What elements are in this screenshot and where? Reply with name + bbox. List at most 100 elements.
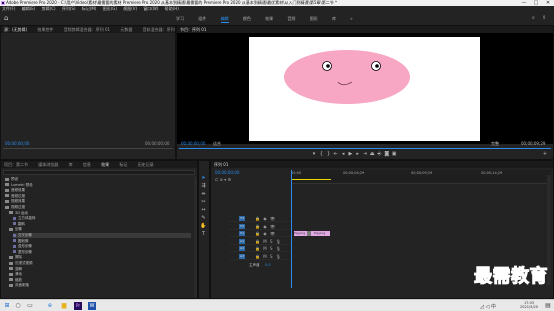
track-select-tool-icon[interactable]: ⇶ (200, 183, 207, 190)
resolution-dropdown[interactable]: 完整 (491, 141, 499, 147)
tab-history[interactable]: 历史记录 (138, 161, 154, 168)
effects-list-item[interactable]: 立方体旋转 (13, 216, 191, 221)
tab-markers[interactable]: 标记 (119, 161, 127, 168)
transition-marker[interactable] (307, 231, 311, 236)
menu-edit[interactable]: 编辑(E) (22, 6, 36, 11)
volume-icon[interactable]: ◁ (485, 304, 489, 310)
workspace-tab-audio[interactable]: 音频 (287, 15, 295, 22)
workspace-tab-libraries[interactable]: 库 (332, 15, 336, 22)
tab-audio-clip-mixer[interactable]: 音频剪辑混合器：序列 01 (64, 26, 110, 33)
task-view-icon[interactable]: ▭ (26, 302, 34, 310)
effects-list-item[interactable]: 盒形划像 (13, 244, 191, 249)
tab-source[interactable]: 源：(无剪辑) (4, 26, 27, 33)
ime-icon[interactable]: 中 (491, 304, 496, 310)
effects-list-item[interactable]: 圆划像 (13, 239, 191, 244)
add-marker-icon[interactable]: ▾ (311, 151, 317, 157)
effects-folder-item[interactable]: 擦除 (9, 255, 191, 260)
tab-libraries[interactable]: 库 (69, 161, 73, 168)
program-scrubber[interactable] (179, 148, 551, 149)
track-controls-icons[interactable]: 🔒 M S 🎙 (255, 245, 282, 252)
share-icon[interactable]: ⇪ (542, 15, 548, 21)
workspace-tab-color[interactable]: 颜色 (243, 15, 251, 22)
track-header-v2[interactable]: V2 🔒 ◉ 👁 (229, 223, 291, 230)
effects-list-item[interactable]: 菱形划像 (13, 250, 191, 255)
search-icon[interactable]: ⌕ (532, 15, 538, 21)
word-taskbar-icon[interactable]: W (88, 302, 96, 310)
track-header-a3[interactable]: A3 🔒 M S 🎙 (229, 253, 291, 260)
timeline-clip[interactable]: Pig.png (314, 231, 330, 236)
effects-list-item[interactable]: 翻转 (13, 222, 191, 227)
work-area-bar[interactable] (291, 179, 331, 180)
hand-tool-icon[interactable]: ✋ (200, 223, 207, 230)
timeline-clip[interactable]: Pig.png (294, 231, 314, 236)
track-controls-icons[interactable]: 🔒 ◉ 👁 (255, 230, 276, 237)
tab-project[interactable]: 项目：第二节 (4, 161, 28, 168)
tab-sequence-01[interactable]: 序列 01 (214, 161, 228, 168)
track-controls-icons[interactable]: 🔒 ◉ 👁 (255, 223, 276, 230)
effects-folder-item[interactable]: 页面剥落 (9, 283, 191, 288)
workspace-tab-effects[interactable]: 效果 (265, 15, 273, 22)
search-icon[interactable]: ○ (14, 302, 22, 310)
track-target-toggle[interactable]: A3 (239, 253, 245, 259)
track-header-a2[interactable]: A2 🔒 M S 🎙 (229, 245, 291, 252)
track-target-toggle[interactable]: V2 (239, 223, 245, 229)
extract-icon[interactable]: ⎆ (377, 151, 383, 157)
effects-folder-item[interactable]: 沉浸式视频 (9, 261, 191, 266)
playhead[interactable] (291, 170, 292, 288)
menu-file[interactable]: 文件(F) (2, 6, 15, 11)
track-controls-icons[interactable]: 🔒 ◉ 👁 (255, 215, 276, 222)
linked-selection-icon[interactable]: ⊘ (220, 177, 223, 182)
workspace-tab-graphics[interactable]: 图形 (310, 15, 318, 22)
effects-folder-item[interactable]: 缩放 (9, 278, 191, 283)
program-viewer[interactable] (177, 33, 553, 144)
time-ruler[interactable]: 00;00 00;00;04;29 00;00;09;29 00;00;14;2… (291, 170, 551, 184)
clock[interactable]: 17:03 2021/5/20 (516, 301, 542, 309)
add-marker-icon[interactable]: ▾ (224, 177, 226, 182)
step-back-icon[interactable]: ◂ (340, 151, 346, 157)
menu-clip[interactable]: 剪辑(C) (42, 6, 56, 11)
track-header-a1[interactable]: A1 🔒 M S 🎙 (229, 238, 291, 245)
system-tray[interactable]: ◿ ◁ 中 (480, 303, 496, 310)
pen-tool-icon[interactable]: ✎ (200, 215, 207, 222)
workspace-tab-assembly[interactable]: 组件 (198, 15, 206, 22)
track-controls-icons[interactable]: 🔒 M S 🎙 (255, 238, 282, 245)
compare-icon[interactable]: ▣ (391, 151, 397, 157)
menu-view[interactable]: 视图(V) (123, 6, 137, 11)
tab-effects[interactable]: 效果 (101, 161, 109, 168)
tab-info[interactable]: 信息 (83, 161, 91, 168)
effects-scrollbar[interactable] (194, 177, 197, 297)
tab-metadata[interactable]: 元数据 (120, 26, 132, 33)
lift-icon[interactable]: ⏏ (369, 151, 375, 157)
premiere-taskbar-icon[interactable]: Pr (74, 302, 82, 310)
network-icon[interactable]: ◿ (480, 304, 484, 310)
source-scrubber[interactable] (3, 148, 173, 149)
mark-out-icon[interactable]: } (326, 151, 332, 157)
button-editor-icon[interactable]: + (542, 151, 548, 157)
effects-folder-item[interactable]: 视频效果 (5, 199, 191, 204)
menu-marker[interactable]: 标记(M) (82, 6, 97, 11)
track-header-v3[interactable]: V3 🔒 ◉ 👁 (229, 215, 291, 222)
workspace-more-button[interactable]: » (350, 15, 352, 22)
effects-folder-item[interactable]: 溶解 (9, 267, 191, 272)
effects-folder-item[interactable]: Lumetri 预设 (5, 183, 191, 188)
step-forward-icon[interactable]: ▸ (355, 151, 361, 157)
effects-folder-item[interactable]: 音频效果 (5, 188, 191, 193)
type-tool-icon[interactable]: T (200, 231, 207, 238)
export-frame-icon[interactable]: ◙ (384, 151, 390, 157)
track-controls-icons[interactable]: 🔒 M S 🎙 (255, 253, 282, 260)
slip-tool-icon[interactable]: ↔ (200, 207, 207, 214)
effects-list-item[interactable]: 交叉划像 (13, 233, 191, 238)
fit-dropdown[interactable]: 适合 (213, 141, 221, 147)
program-timecode[interactable]: 00;00;00;00 (181, 141, 205, 146)
track-target-toggle[interactable]: V3 (239, 216, 245, 221)
menu-help[interactable]: 帮助(H) (165, 6, 179, 11)
menu-window[interactable]: 窗口(W) (143, 6, 158, 11)
file-explorer-icon[interactable]: ▆ (60, 302, 68, 310)
windows-start-icon[interactable]: ⊞ (3, 302, 11, 310)
effects-folder-item[interactable]: 视频过渡 (5, 205, 191, 210)
workspace-tab-learn[interactable]: 学习 (176, 15, 184, 22)
master-volume[interactable]: 0.0 (265, 263, 271, 267)
go-to-in-icon[interactable]: ⇤ (333, 151, 339, 157)
timeline-timecode[interactable]: 00;00;00;00 (215, 170, 239, 176)
track-target-toggle[interactable]: A2 (239, 246, 245, 251)
